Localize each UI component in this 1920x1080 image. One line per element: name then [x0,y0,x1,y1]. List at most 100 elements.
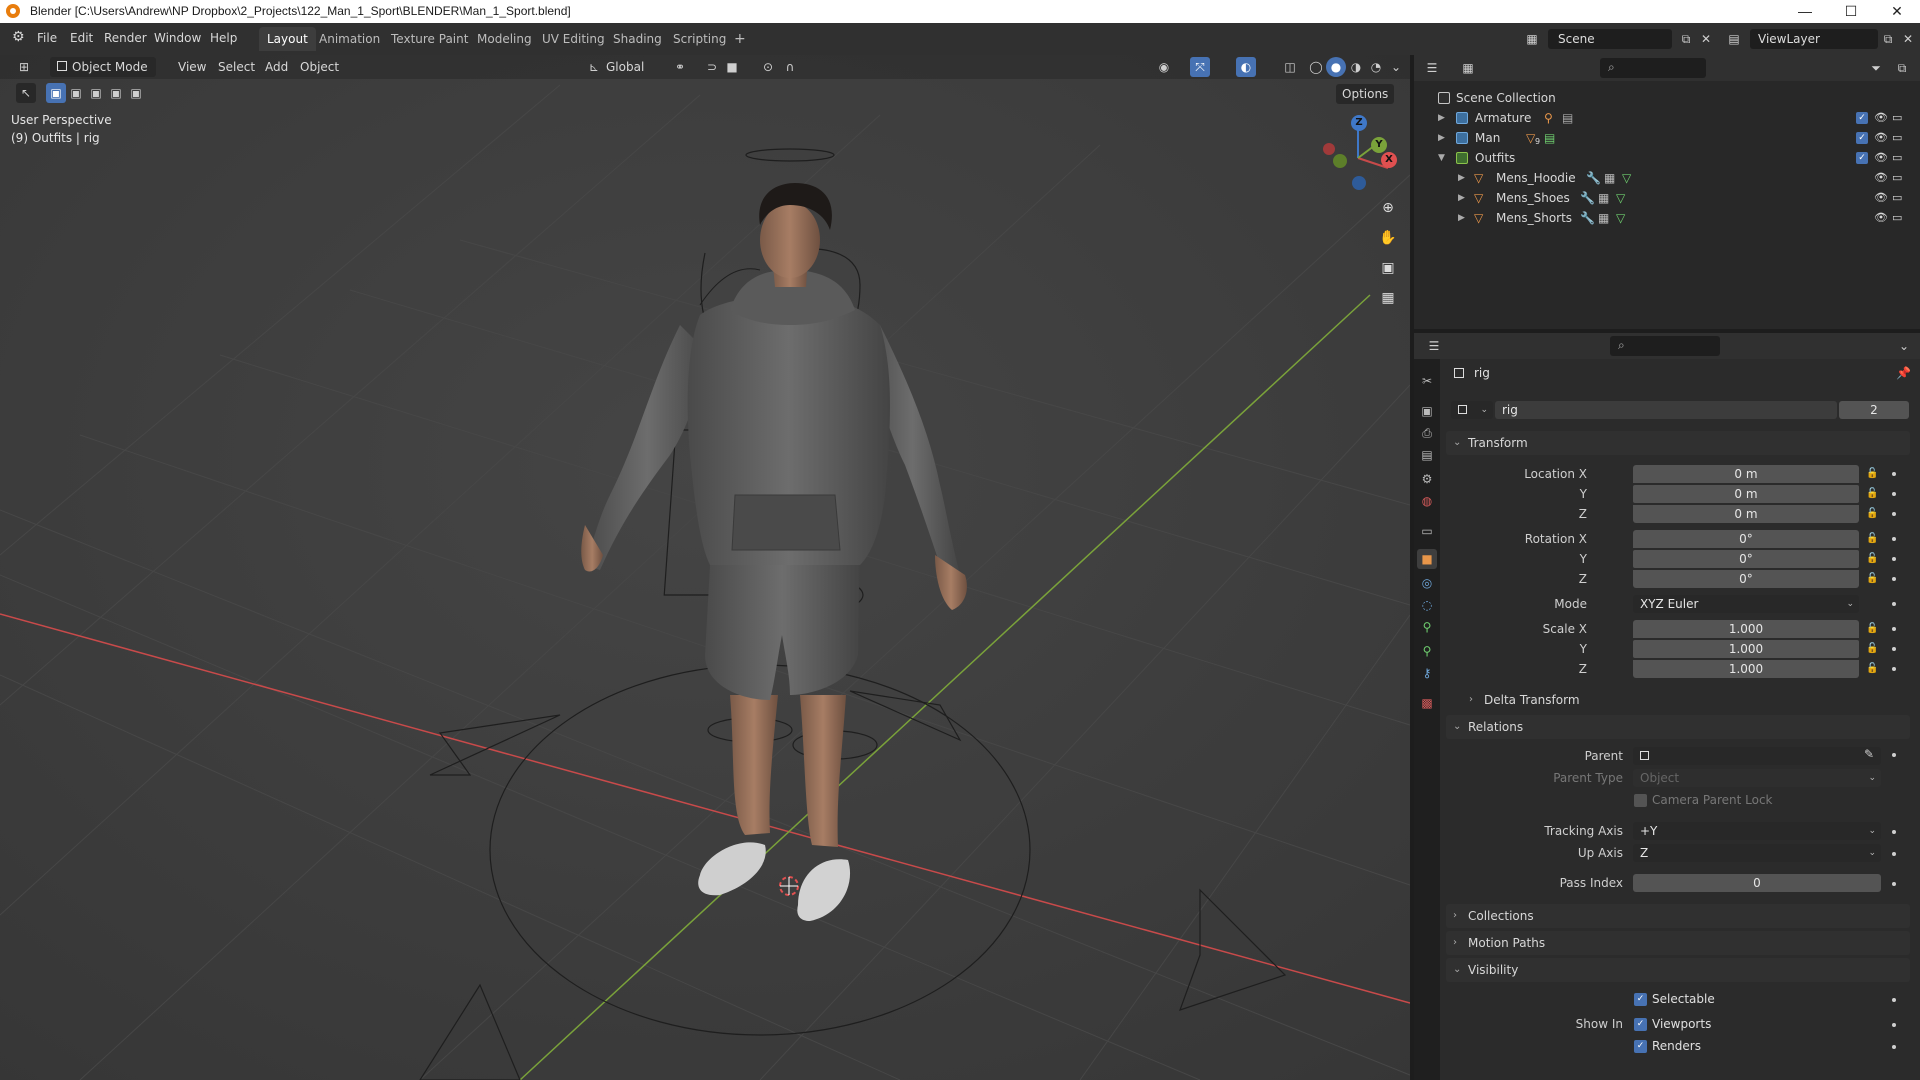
keyframe-dot-icon[interactable] [1892,577,1896,581]
lock-icon[interactable]: 🔓 [1866,573,1878,584]
delta-transform-subpanel[interactable]: › Delta Transform [1462,688,1910,712]
transform-panel-header[interactable]: ⌄ Transform [1446,431,1910,455]
outliner-row-armature[interactable]: ▶ Armature ⚲ ▤ ✓ 👁 ▭ [1414,108,1920,128]
lock-icon[interactable]: 🔓 [1866,663,1878,674]
expand-icon[interactable]: ▶ [1438,128,1445,148]
mesh-icon[interactable]: ▽ [1526,128,1535,148]
3d-cursor[interactable] [779,876,799,896]
output-tab-icon[interactable]: ⎙ [1417,423,1437,443]
lock-icon[interactable]: 🔓 [1866,468,1878,479]
vertex-groups-icon[interactable]: ▦ [1598,188,1609,208]
outliner-row-outfits[interactable]: ▼ Outfits ✓ 👁 ▭ [1414,148,1920,168]
visibility-panel-header[interactable]: ⌄ Visibility [1446,958,1910,982]
scale-x-field[interactable]: 1.000 [1633,620,1859,638]
keyframe-dot-icon[interactable] [1892,602,1896,606]
gizmo-toggle-icon[interactable]: ⤧ [1190,57,1210,77]
eye-icon[interactable]: 👁 [1874,168,1888,188]
keyframe-dot-icon[interactable] [1892,998,1896,1002]
gizmo-z-axis-icon[interactable]: Z [1351,115,1367,131]
motion-paths-panel-header[interactable]: › Motion Paths [1446,931,1910,955]
collections-panel-header[interactable]: › Collections [1446,904,1910,928]
scene-name-field[interactable]: Scene [1548,29,1672,49]
xray-toggle-icon[interactable]: ◫ [1280,57,1300,77]
tab-uv-editing[interactable]: UV Editing [534,27,613,51]
viewport-menu-add[interactable]: Add [259,57,294,77]
exclude-checkbox[interactable]: ✓ [1856,112,1868,124]
tab-modeling[interactable]: Modeling [469,27,540,51]
constraints-tab-icon[interactable]: ⚲ [1417,617,1437,637]
modifier-icon[interactable]: 🔧 [1580,208,1595,228]
select-tool-icon[interactable]: ↖ [16,83,36,103]
perspective-toggle-icon[interactable]: ▦ [1375,285,1401,311]
filter-icon[interactable]: ⏷ [1866,58,1886,78]
snap-icon[interactable]: ⊃ [702,57,722,77]
scale-y-field[interactable]: 1.000 [1633,640,1859,658]
outliner-editor-type-icon[interactable]: ☰ [1422,58,1442,78]
select-subtract-icon[interactable]: ▣ [86,83,106,103]
viewlayer-name-field[interactable]: ViewLayer [1750,29,1878,49]
keyframe-dot-icon[interactable] [1892,647,1896,651]
expand-icon[interactable]: ▶ [1458,208,1465,228]
gizmo-y-axis-icon[interactable]: Y [1371,137,1387,153]
visibility-filter-icon[interactable]: ◉ [1154,57,1174,77]
monitor-icon[interactable]: ▭ [1892,128,1902,148]
keyframe-dot-icon[interactable] [1892,472,1896,476]
select-intersect-icon[interactable]: ▣ [126,83,146,103]
pin-icon[interactable]: 📌 [1896,366,1911,380]
properties-search-input[interactable] [1610,336,1720,356]
falloff-icon[interactable]: ∩ [780,57,800,77]
rotation-x-field[interactable]: 0° [1633,530,1859,548]
select-invert-icon[interactable]: ▣ [106,83,126,103]
texture-tab-icon[interactable]: ▩ [1417,693,1437,713]
viewlayer-selector-icon[interactable]: ▤ [1724,29,1744,49]
tab-scripting[interactable]: Scripting [665,27,734,51]
outliner-row-mens-shoes[interactable]: ▶ ▽ Mens_Shoes 🔧 ▦ ▽ 👁 ▭ [1414,188,1920,208]
tab-layout[interactable]: Layout [259,27,316,51]
new-collection-icon[interactable]: ⧉ [1892,58,1912,78]
lock-icon[interactable]: 🔓 [1866,553,1878,564]
minimize-button[interactable]: — [1782,0,1828,23]
physics-tab-icon[interactable]: ◌ [1417,595,1437,615]
keyframe-dot-icon[interactable] [1892,557,1896,561]
rotation-mode-dropdown[interactable]: XYZ Euler ⌄ [1633,595,1859,613]
close-window-button[interactable]: ✕ [1874,0,1920,23]
viewport-menu-view[interactable]: View [172,57,212,77]
datablock-users-count[interactable]: 2 [1839,401,1909,419]
new-viewlayer-icon[interactable]: ⧉ [1878,29,1898,49]
collapse-icon[interactable]: ▼ [1438,148,1445,168]
monitor-icon[interactable]: ▭ [1892,208,1902,228]
delete-scene-icon[interactable]: ✕ [1696,29,1716,49]
scene-collection-row[interactable]: Scene Collection [1414,88,1920,108]
viewports-checkbox[interactable]: ✓ [1634,1018,1647,1031]
gizmo-neg-z-icon[interactable] [1352,176,1366,190]
menu-help[interactable]: Help [210,31,237,45]
tab-shading[interactable]: Shading [605,27,670,51]
datablock-name-field[interactable]: rig [1495,401,1837,419]
keyframe-dot-icon[interactable] [1892,1045,1896,1049]
monitor-icon[interactable]: ▭ [1892,168,1902,188]
armature-data-icon[interactable]: ⚲ [1544,108,1553,128]
snap-target-icon[interactable]: ■ [722,57,742,77]
options-dropdown[interactable]: Options [1336,84,1395,104]
modifier-icon[interactable]: 🔧 [1580,188,1595,208]
pivot-point-icon[interactable]: ⚭ [670,57,690,77]
eyedropper-icon[interactable]: ✎ [1864,747,1874,761]
display-mode-icon[interactable]: ▦ [1458,58,1478,78]
keyframe-dot-icon[interactable] [1892,753,1896,757]
material-preview-icon[interactable]: ◑ [1346,57,1366,77]
scene-tab-icon[interactable]: ⚙ [1417,469,1437,489]
up-axis-dropdown[interactable]: Z ⌄ [1633,844,1881,862]
delete-viewlayer-icon[interactable]: ✕ [1898,29,1918,49]
vertex-groups-icon[interactable]: ▦ [1604,168,1615,188]
object-data-tab-icon[interactable]: ⚲ [1417,641,1437,661]
object-tab-icon[interactable]: ■ [1417,549,1437,569]
rotation-y-field[interactable]: 0° [1633,550,1859,568]
exclude-checkbox[interactable]: ✓ [1856,132,1868,144]
selectable-checkbox[interactable]: ✓ [1634,993,1647,1006]
camera-parent-lock-checkbox[interactable] [1634,794,1647,807]
expand-icon[interactable]: ▶ [1458,168,1465,188]
tool-tab-icon[interactable]: ✂ [1417,371,1437,391]
lock-icon[interactable]: 🔓 [1866,508,1878,519]
shading-options-icon[interactable]: ⌄ [1386,57,1406,77]
datablock-type-dropdown[interactable]: ⌄ [1451,401,1493,419]
